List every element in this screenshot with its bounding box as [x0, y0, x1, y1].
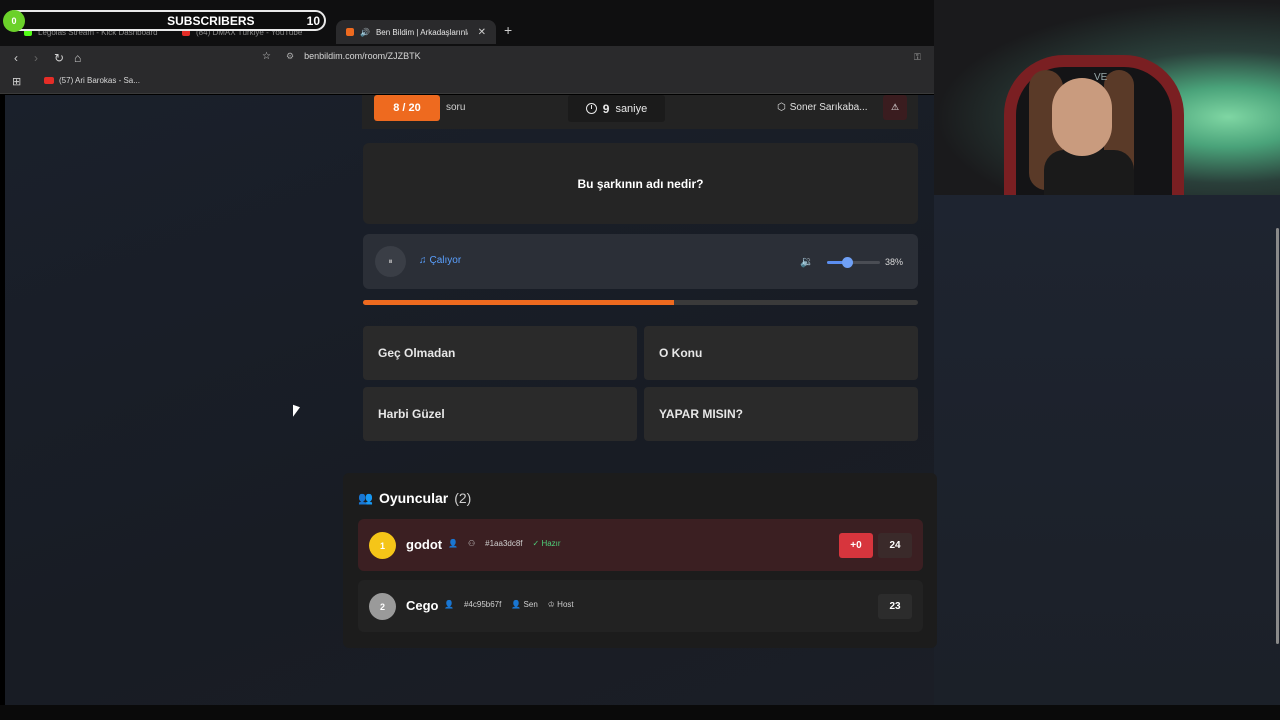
player-name: godot	[406, 537, 443, 552]
answer-option[interactable]: YAPAR MISIN?	[644, 387, 918, 441]
user-icon: 👤	[444, 600, 454, 609]
url-field[interactable]: ⚙ benbildim.com/room/ZJZBTK	[286, 51, 421, 62]
streamer-body	[1044, 150, 1134, 195]
subscriber-counter-overlay: 0 SUBSCRIBERS 10	[3, 9, 326, 32]
player-row: 2 Cego 👤 #4c95b67f 👤 Sen ♔ Host 23	[358, 580, 923, 632]
tab-benbildim[interactable]: 🔊 Ben Bildim | Arkadaşlarınla Oy... ✕	[336, 20, 496, 44]
player-id: #1aa3dc8f	[485, 539, 523, 548]
subscriber-label: SUBSCRIBERS	[167, 13, 255, 28]
player-name: Cego	[406, 598, 439, 613]
bottom-bar	[0, 705, 1280, 720]
mouse-cursor	[293, 404, 300, 420]
bookmark-star-icon[interactable]: ☆	[262, 51, 271, 62]
users-icon: 👥	[358, 491, 373, 505]
playback-status-text: Çalıyor	[429, 255, 462, 266]
chair-logo: VE	[1094, 72, 1108, 83]
host-label: Host	[557, 600, 574, 609]
address-bar: ‹ › ↻ ⌂ ☆ ⚙ benbildim.com/room/ZJZBTK ⚿	[0, 46, 934, 70]
question-text: Bu şarkının adı nedir?	[363, 143, 918, 224]
answer-option[interactable]: Harbi Güzel	[363, 387, 637, 441]
forward-icon[interactable]: ›	[34, 51, 38, 65]
warning-icon: ⚠	[890, 102, 900, 112]
subscriber-badge: 0	[3, 9, 25, 32]
password-key-icon[interactable]: ⚿	[914, 52, 921, 63]
home-icon[interactable]: ⌂	[74, 51, 81, 65]
answer-option[interactable]: O Konu	[644, 326, 918, 380]
player-row: 1 godot 👤 ⚇ #1aa3dc8f ✓ Hazır +0 24	[358, 519, 923, 571]
clock-icon	[585, 103, 597, 114]
reload-icon[interactable]: ↻	[54, 51, 64, 65]
countdown-timer: 9 saniye	[568, 95, 665, 122]
players-heading: 👥 Oyuncular (2)	[358, 490, 471, 506]
pause-icon: ⏸	[388, 256, 393, 266]
players-count: (2)	[454, 490, 472, 506]
playback-status: ♫ Çalıyor	[419, 255, 461, 266]
volume-slider-handle[interactable]	[842, 257, 854, 268]
user-icon: 👤	[448, 539, 458, 548]
timer-unit: saniye	[615, 102, 648, 115]
page-right-area	[934, 195, 1280, 705]
close-tab-icon[interactable]: ✕	[478, 27, 486, 38]
new-tab-button[interactable]: +	[504, 22, 512, 38]
timer-value: 9	[602, 101, 610, 116]
volume-percent: 38%	[885, 257, 904, 267]
player-meta: 👤 #4c95b67f 👤 Sen ♔ Host	[444, 600, 574, 609]
rank-badge: 1	[369, 532, 396, 559]
answer-option[interactable]: Geç Olmadan	[363, 326, 637, 380]
scrollbar[interactable]	[1276, 228, 1279, 644]
player-score: 24	[878, 533, 912, 558]
tab-title: Ben Bildim | Arkadaşlarınla Oy...	[375, 27, 468, 37]
benbildim-icon	[346, 28, 354, 36]
pause-button[interactable]: ⏸	[375, 246, 406, 277]
you-label: Sen	[523, 600, 538, 609]
players-title: Oyuncular	[378, 490, 449, 506]
music-note-icon: ♫	[419, 255, 427, 266]
url-text: benbildim.com/room/ZJZBTK	[304, 51, 421, 61]
player-id: #4c95b67f	[463, 600, 502, 609]
ready-badge: ✓ Hazır	[532, 539, 561, 548]
bookmark-label: (57) Ari Barokas - Sa...	[59, 76, 140, 85]
streamer-face	[1052, 78, 1112, 156]
volume-slider[interactable]	[827, 257, 880, 268]
report-button[interactable]: ⚠	[883, 95, 907, 120]
question-counter: 8 / 20	[374, 95, 440, 121]
bookmark-item[interactable]: (57) Ari Barokas - Sa...	[44, 76, 140, 85]
artist-tag: ⬡ Soner Sarıkaba...	[777, 102, 868, 113]
rank-badge: 2	[369, 593, 396, 620]
apps-grid-icon[interactable]: ⊞	[12, 75, 21, 88]
artist-name: Soner Sarıkaba...	[789, 102, 868, 113]
subscriber-count: 10	[306, 13, 320, 28]
youtube-icon	[44, 77, 54, 84]
add-friend-icon[interactable]: ⚇	[468, 539, 475, 548]
back-icon[interactable]: ‹	[14, 51, 18, 65]
webcam-overlay: VE	[934, 0, 1280, 195]
bookmarks-bar: ⊞ (57) Ari Barokas - Sa...	[0, 70, 934, 94]
player-meta: 👤 ⚇ #1aa3dc8f ✓ Hazır	[448, 539, 561, 548]
audio-player: ⏸ ♫ Çalıyor 🔉 38%	[363, 234, 918, 289]
host-badge: ♔ Host	[547, 600, 574, 609]
song-progress-fill	[363, 300, 674, 305]
song-progress-bar	[363, 300, 918, 305]
you-badge: 👤 Sen	[511, 600, 538, 609]
volume-icon[interactable]: 🔉	[800, 255, 814, 268]
ready-label: Hazır	[541, 539, 561, 548]
question-counter-label: soru	[446, 102, 466, 113]
screen: Legolas Stream - Kick Dashboard (84) DMA…	[0, 0, 1280, 720]
player-score: 23	[878, 594, 912, 619]
site-info-icon[interactable]: ⚙	[286, 51, 294, 62]
tag-icon: ⬡	[777, 102, 786, 113]
score-delta: +0	[839, 533, 873, 558]
speaker-icon: 🔊	[360, 27, 370, 37]
